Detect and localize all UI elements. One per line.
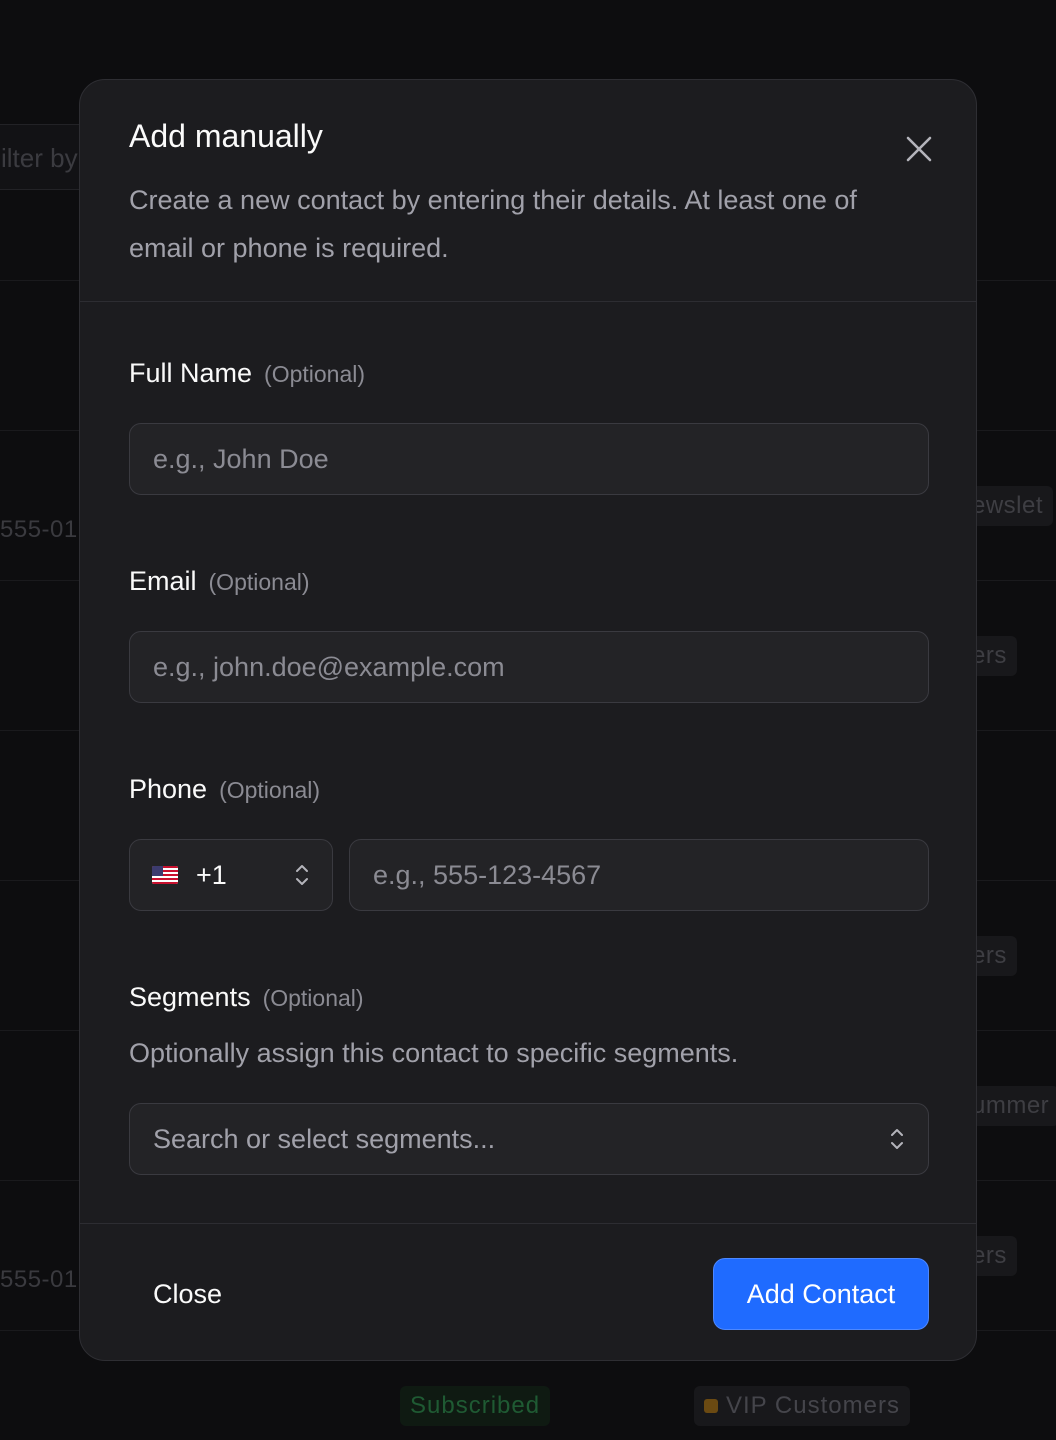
filter-placeholder-fragment: ilter by [1,143,78,173]
phone-label: Phone [129,774,208,804]
add-contact-button[interactable]: Add Contact [713,1258,929,1330]
segments-description: Optionally assign this contact to specif… [129,1038,739,1068]
add-contact-dialog: Add manually Create a new contact by ent… [79,79,977,1361]
close-icon [906,136,932,162]
segment-color-dot-icon [704,1399,718,1413]
segments-combobox[interactable]: Search or select segments... [129,1103,929,1175]
email-label-row: Email (Optional) [129,566,310,597]
optional-tag: (Optional) [219,777,321,803]
dialog-footer: Close Add Contact [80,1223,976,1360]
bg-vip-badge: VIP Customers [694,1386,910,1426]
optional-tag: (Optional) [262,985,364,1011]
full-name-label-row: Full Name (Optional) [129,358,365,389]
dialog-title: Add manually [129,118,323,154]
phone-input[interactable] [349,839,929,911]
optional-tag: (Optional) [208,569,310,595]
filter-input-bg: ilter by [0,124,90,190]
chevron-up-down-icon [891,1129,903,1149]
dial-code: +1 [196,859,227,890]
segments-label: Segments [129,982,251,1012]
bg-phone-fragment: 555-01 [0,1266,78,1293]
full-name-input[interactable] [129,423,929,495]
close-button[interactable]: Close [129,1258,246,1330]
bg-phone-fragment: 555-01 [0,516,78,543]
optional-tag: (Optional) [264,361,366,387]
segments-placeholder: Search or select segments... [153,1123,496,1154]
bg-vip-label: VIP Customers [726,1392,900,1419]
phone-label-row: Phone (Optional) [129,774,320,805]
close-dialog-button[interactable] [900,130,938,168]
dialog-description: Create a new contact by entering their d… [129,185,857,263]
email-label: Email [129,566,197,596]
bg-status-badge: Subscribed [400,1386,551,1426]
dialog-header: Add manually Create a new contact by ent… [80,80,976,302]
country-code-select[interactable]: +1 [129,839,333,911]
chevron-up-down-icon [296,865,308,885]
email-input[interactable] [129,631,929,703]
us-flag-icon [152,866,178,884]
segments-label-row: Segments (Optional) [129,982,364,1013]
full-name-label: Full Name [129,358,253,388]
